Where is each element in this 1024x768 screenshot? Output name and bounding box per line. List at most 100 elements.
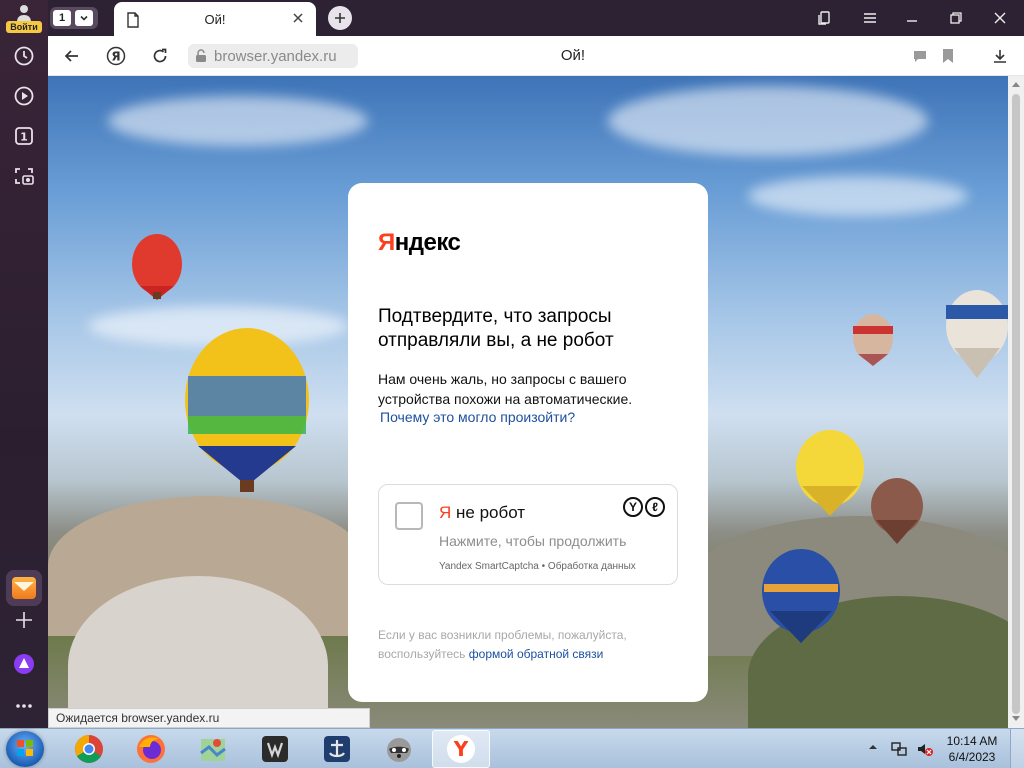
play-icon bbox=[14, 86, 34, 106]
comments-button[interactable] bbox=[908, 44, 932, 68]
tab-counter-number: 1 bbox=[53, 10, 71, 26]
mail-button[interactable] bbox=[6, 570, 42, 606]
reload-icon bbox=[153, 48, 167, 63]
chrome-icon bbox=[75, 735, 103, 763]
clock-date: 6/4/2023 bbox=[948, 750, 996, 764]
network-icon[interactable] bbox=[890, 740, 908, 758]
back-button[interactable] bbox=[60, 44, 84, 68]
scroll-up-arrow-icon[interactable] bbox=[1012, 82, 1020, 87]
taskbar-app-yandex-browser[interactable]: Y bbox=[432, 730, 490, 768]
bookmark-icon bbox=[943, 49, 953, 63]
address-url: browser.yandex.ru bbox=[214, 47, 337, 65]
svg-text:Y: Y bbox=[453, 737, 469, 761]
balloon bbox=[946, 290, 1008, 378]
restore-icon bbox=[950, 12, 962, 24]
feedback-form-link[interactable]: формой обратной связи bbox=[469, 647, 604, 661]
yandex-logo-icon: Я bbox=[106, 46, 126, 66]
side-panel: Войти 1 bbox=[0, 0, 48, 728]
problems-text: Если у вас возникли проблемы, пожалуйста… bbox=[378, 626, 678, 664]
hamburger-icon bbox=[864, 13, 876, 23]
plus-icon bbox=[16, 612, 32, 628]
start-button[interactable] bbox=[6, 731, 44, 767]
history-button[interactable] bbox=[8, 40, 40, 72]
login-label: Войти bbox=[6, 21, 42, 33]
close-tab-icon[interactable] bbox=[292, 12, 304, 24]
close-window-button[interactable] bbox=[988, 8, 1012, 28]
chat-bubble-icon bbox=[914, 51, 926, 62]
page-title: Ой! bbox=[560, 47, 586, 64]
screenshot-icon bbox=[15, 168, 34, 185]
scrollbar[interactable] bbox=[1008, 76, 1024, 728]
balloon bbox=[871, 478, 923, 544]
taskbar-app-maps[interactable] bbox=[184, 730, 242, 768]
alice-button[interactable] bbox=[8, 648, 40, 680]
not-robot-checkbox[interactable] bbox=[395, 502, 423, 530]
restore-button[interactable] bbox=[944, 8, 968, 28]
lock-icon bbox=[196, 49, 206, 62]
balloon bbox=[132, 234, 182, 300]
download-icon bbox=[994, 50, 1006, 63]
minimize-button[interactable] bbox=[900, 8, 924, 28]
taskbar-app-firefox[interactable] bbox=[122, 730, 180, 768]
minimize-icon bbox=[907, 20, 917, 22]
login-button[interactable]: Войти bbox=[4, 2, 44, 34]
balloon bbox=[796, 430, 864, 516]
reload-button[interactable] bbox=[148, 44, 172, 68]
tab-active[interactable]: Ой! bbox=[114, 2, 316, 36]
mail-icon bbox=[12, 577, 36, 599]
taskbar-app-chrome[interactable] bbox=[60, 730, 118, 768]
volume-muted-icon[interactable] bbox=[916, 740, 934, 758]
new-tab-button[interactable] bbox=[328, 6, 352, 30]
status-bar: Ожидается browser.yandex.ru bbox=[48, 708, 370, 728]
scrollbar-thumb[interactable] bbox=[1012, 94, 1020, 714]
collections-button[interactable] bbox=[812, 8, 836, 28]
plus-icon bbox=[335, 13, 345, 23]
yandex-home-button[interactable]: Я bbox=[104, 44, 128, 68]
taskbar-app-raccoon[interactable] bbox=[370, 730, 428, 768]
yandex-y-icon: Y bbox=[623, 497, 643, 517]
downloads-button[interactable] bbox=[988, 44, 1012, 68]
clock-icon bbox=[14, 46, 34, 66]
close-icon bbox=[994, 12, 1006, 24]
menu-button[interactable] bbox=[858, 8, 882, 28]
captcha-hint: Нажмите, чтобы продолжить bbox=[439, 533, 627, 549]
yandex-logo: Яндекс bbox=[378, 229, 461, 257]
tabs-panel-button[interactable]: 1 bbox=[8, 120, 40, 152]
more-button[interactable] bbox=[8, 690, 40, 722]
scroll-down-arrow-icon[interactable] bbox=[1012, 716, 1020, 721]
logo-rest: ндекс bbox=[394, 229, 461, 256]
media-button[interactable] bbox=[8, 80, 40, 112]
taskbar: Y 10:14 AM 6/4/2023 bbox=[0, 728, 1024, 768]
system-clock[interactable]: 10:14 AM 6/4/2023 bbox=[944, 733, 1000, 765]
taskbar-app-world-of-tanks[interactable] bbox=[246, 730, 304, 768]
description-text: Нам очень жаль, но запросы с вашего устр… bbox=[378, 371, 633, 407]
alice-icon bbox=[14, 654, 34, 674]
chevron-down-icon bbox=[75, 10, 93, 26]
add-service-button[interactable] bbox=[8, 604, 40, 636]
collections-icon bbox=[818, 11, 830, 25]
clock-time: 10:14 AM bbox=[946, 734, 998, 748]
tab-title: Ой! bbox=[204, 12, 226, 27]
bookmark-button[interactable] bbox=[936, 44, 960, 68]
captcha-footer[interactable]: Yandex SmartCaptcha • Обработка данных bbox=[439, 561, 636, 572]
address-bar[interactable]: browser.yandex.ru bbox=[188, 44, 358, 68]
tabs-counter-icon: 1 bbox=[15, 127, 33, 145]
tab-counter-button[interactable]: 1 bbox=[50, 7, 98, 29]
tray-expand-icon[interactable] bbox=[868, 742, 878, 752]
smartcaptcha-icon: ℓ bbox=[645, 497, 665, 517]
svg-text:Я: Я bbox=[111, 50, 120, 64]
world-of-tanks-icon bbox=[262, 736, 288, 762]
navigation-bar: Я browser.yandex.ru Ой! bbox=[48, 36, 1024, 76]
smart-captcha-widget[interactable]: Я не робот Нажмите, чтобы продолжить Yan… bbox=[378, 484, 678, 585]
show-desktop-button[interactable] bbox=[1010, 729, 1024, 768]
more-icon bbox=[16, 704, 32, 708]
screenshot-button[interactable] bbox=[8, 160, 40, 192]
taskbar-app-world-of-warships[interactable] bbox=[308, 730, 366, 768]
raccoon-icon bbox=[387, 738, 411, 762]
balloon bbox=[853, 314, 893, 366]
maps-icon bbox=[200, 739, 226, 761]
arrow-left-icon bbox=[64, 50, 78, 62]
why-link[interactable]: Почему это могло произойти? bbox=[380, 409, 575, 425]
world-of-warships-icon bbox=[324, 736, 350, 762]
captcha-brand-marks: Y ℓ bbox=[623, 497, 665, 517]
